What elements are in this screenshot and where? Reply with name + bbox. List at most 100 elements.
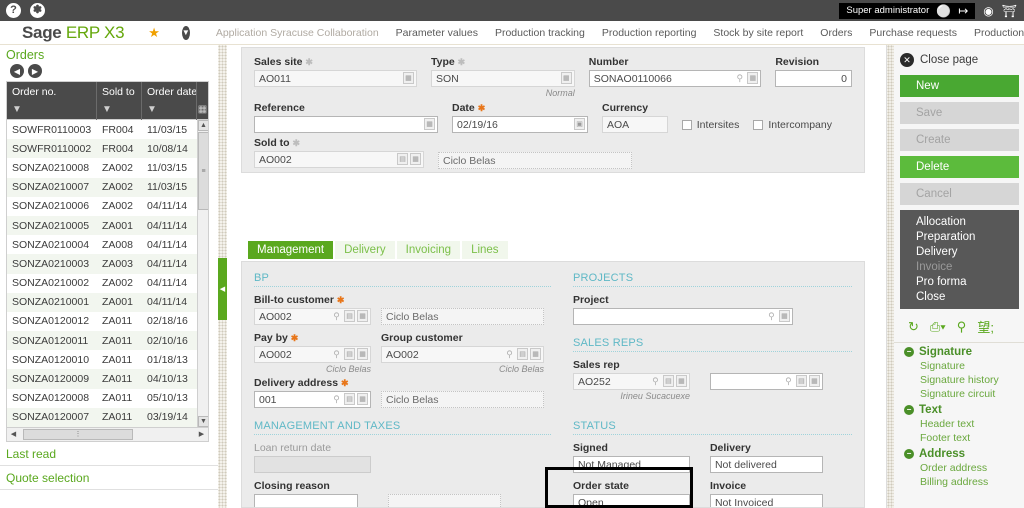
sales-rep-lookup-icon[interactable]: ▦ <box>675 375 687 387</box>
date-input[interactable]: 02/19/16 ▣ <box>452 116 588 133</box>
intercompany-checkbox[interactable] <box>753 119 764 130</box>
filter-order-no-icon[interactable]: ▼ <box>7 103 97 120</box>
menu-item-production-tracking[interactable]: Production tracking <box>495 27 585 39</box>
menu-item-orders[interactable]: Orders <box>820 27 852 39</box>
collapse-left-panel-handle[interactable]: ◀ <box>218 258 227 320</box>
globe-icon[interactable]: ◉ <box>983 5 993 17</box>
table-row[interactable]: SONZA0210007 ZA002 11/03/15 <box>7 177 208 197</box>
bill-to-customer-input[interactable]: AO002 ⚲ ▤ ▦ <box>254 308 371 325</box>
power-icon[interactable]: ⛩ <box>1002 5 1017 17</box>
calendar-icon[interactable]: ▣ <box>574 118 585 130</box>
search-icon[interactable]: ⚲ <box>331 394 342 405</box>
action-preparation[interactable]: Preparation <box>900 229 1019 244</box>
bill-to-select-icon[interactable]: ▤ <box>344 310 355 322</box>
sold-to-select-icon[interactable]: ▤ <box>397 153 408 165</box>
tab-delivery[interactable]: Delivery <box>335 241 395 259</box>
currency-input[interactable]: AOA <box>602 116 668 133</box>
menu-item-production-boms[interactable]: Production BOMs <box>974 27 1024 39</box>
hscroll-thumb[interactable]: ⋮ <box>23 429 133 440</box>
type-lookup-icon[interactable]: ▦ <box>560 72 572 84</box>
column-header-order-no[interactable]: Order no. <box>7 82 97 103</box>
table-row[interactable]: SONZA0210006 ZA002 04/11/14 <box>7 196 208 216</box>
group-signature-header[interactable]: − Signature <box>904 343 1024 359</box>
revision-input[interactable]: 0 <box>775 70 852 87</box>
delivery-address-input[interactable]: 001 ⚲ ▤ ▦ <box>254 391 371 408</box>
action-delivery[interactable]: Delivery <box>900 244 1019 259</box>
bill-to-lookup-icon[interactable]: ▦ <box>357 310 368 322</box>
group-address-header[interactable]: − Address <box>904 445 1024 461</box>
table-row[interactable]: SOWFR0110003 FR004 11/03/15 <box>7 120 208 140</box>
link-signature[interactable]: Signature <box>904 359 1024 373</box>
link-order-address[interactable]: Order address <box>904 461 1024 475</box>
table-row[interactable]: SONZA0120011 ZA011 02/10/16 <box>7 331 208 351</box>
headset-icon[interactable]: ⚪ <box>936 5 951 17</box>
intersites-checkbox-row[interactable]: Intersites <box>681 119 739 131</box>
action-close[interactable]: Close <box>900 289 1019 304</box>
pay-by-select-icon[interactable]: ▤ <box>344 348 355 360</box>
menu-item-purchase-requests[interactable]: Purchase requests <box>869 27 957 39</box>
intercompany-checkbox-row[interactable]: Intercompany <box>753 119 832 131</box>
tab-management[interactable]: Management <box>248 241 334 259</box>
project-lookup-icon[interactable]: ▦ <box>778 310 790 322</box>
search-icon[interactable]: ⚲ <box>650 376 661 387</box>
sales-rep-select-icon[interactable]: ▤ <box>662 375 674 387</box>
filter-sold-to-icon[interactable]: ▼ <box>97 103 142 120</box>
project-input[interactable]: ⚲ ▦ <box>572 308 793 325</box>
sales-rep2-lookup-icon[interactable]: ▦ <box>808 375 820 387</box>
help-icon[interactable]: ? <box>6 3 21 18</box>
table-row[interactable]: SONZA0210001 ZA001 04/11/14 <box>7 292 208 312</box>
table-row[interactable]: SONZA0120012 ZA011 02/18/16 <box>7 311 208 332</box>
hscroll-right-icon[interactable]: ▶ <box>195 428 208 441</box>
new-button[interactable]: New <box>900 75 1019 97</box>
delivery-address-lookup-icon[interactable]: ▦ <box>357 393 368 405</box>
group-customer-input[interactable]: AO002 ⚲ ▤ ▦ <box>381 346 544 363</box>
action-pro-forma[interactable]: Pro forma <box>900 274 1019 289</box>
logout-icon[interactable]: ↦ <box>958 5 968 17</box>
pay-by-input[interactable]: AO002 ⚲ ▤ ▦ <box>254 346 371 363</box>
column-header-sold-to[interactable]: Sold to <box>97 82 142 103</box>
previous-page-icon[interactable]: ◀ <box>10 64 24 78</box>
user-session-chip[interactable]: Super administrator ⚪ ↦ <box>839 2 976 19</box>
collapse-icon[interactable]: − <box>904 347 914 357</box>
print-icon[interactable]: ⎙▾ <box>930 319 946 335</box>
group-customer-select-icon[interactable]: ▤ <box>517 348 528 360</box>
closing-reason-input[interactable] <box>254 494 358 507</box>
link-footer-text[interactable]: Footer text <box>904 431 1024 445</box>
group-customer-lookup-icon[interactable]: ▦ <box>530 348 541 360</box>
scroll-thumb[interactable]: ≡ <box>198 132 208 210</box>
sales-site-input[interactable]: AO011 ▦ <box>254 70 417 87</box>
delete-button[interactable]: Delete <box>900 156 1019 178</box>
collapse-icon[interactable]: − <box>904 405 914 415</box>
sales-rep2-input[interactable]: ⚲ ▤ ▦ <box>709 373 823 390</box>
table-row[interactable]: SONZA0210002 ZA002 04/11/14 <box>7 273 208 293</box>
intersites-checkbox[interactable] <box>681 119 692 130</box>
comment-icon[interactable]: 望; <box>977 317 994 336</box>
attach-icon[interactable]: ⚲ <box>957 319 967 335</box>
search-icon[interactable]: ⚲ <box>504 349 515 360</box>
sold-to-input[interactable]: AO002 ▤ ▦ <box>254 151 424 168</box>
column-header-order-date[interactable]: Order date <box>142 82 197 103</box>
hscroll-left-icon[interactable]: ◀ <box>7 428 20 441</box>
group-text-header[interactable]: − Text <box>904 401 1024 417</box>
quote-selection-link[interactable]: Quote selection <box>0 466 218 490</box>
delivery-address-select-icon[interactable]: ▤ <box>344 393 355 405</box>
favorites-star-icon[interactable]: ★ <box>148 25 160 41</box>
link-signature-history[interactable]: Signature history <box>904 373 1024 387</box>
sales-rep2-select-icon[interactable]: ▤ <box>795 375 807 387</box>
sold-to-lookup-icon[interactable]: ▦ <box>410 153 421 165</box>
close-icon[interactable]: ✕ <box>900 53 914 67</box>
last-read-link[interactable]: Last read <box>0 442 218 466</box>
sales-rep-input[interactable]: AO252 ⚲ ▤ ▦ <box>572 373 690 390</box>
search-icon[interactable]: ⚲ <box>331 349 342 360</box>
menu-item-application-syracuse-collaboration[interactable]: Application Syracuse Collaboration <box>216 27 379 39</box>
search-icon[interactable]: ⚲ <box>783 376 794 387</box>
filter-order-date-icon[interactable]: ▼ <box>142 103 197 120</box>
reference-input[interactable]: ▦ <box>254 116 438 133</box>
reference-lookup-icon[interactable]: ▦ <box>424 118 435 130</box>
scroll-down-icon[interactable]: ▼ <box>198 416 208 427</box>
refresh-icon[interactable]: ↻ <box>908 319 919 335</box>
link-signature-circuit[interactable]: Signature circuit <box>904 387 1024 401</box>
collapse-icon[interactable]: − <box>904 449 914 459</box>
menu-item-stock-by-site-report[interactable]: Stock by site report <box>713 27 803 39</box>
action-allocation[interactable]: Allocation <box>900 214 1019 229</box>
